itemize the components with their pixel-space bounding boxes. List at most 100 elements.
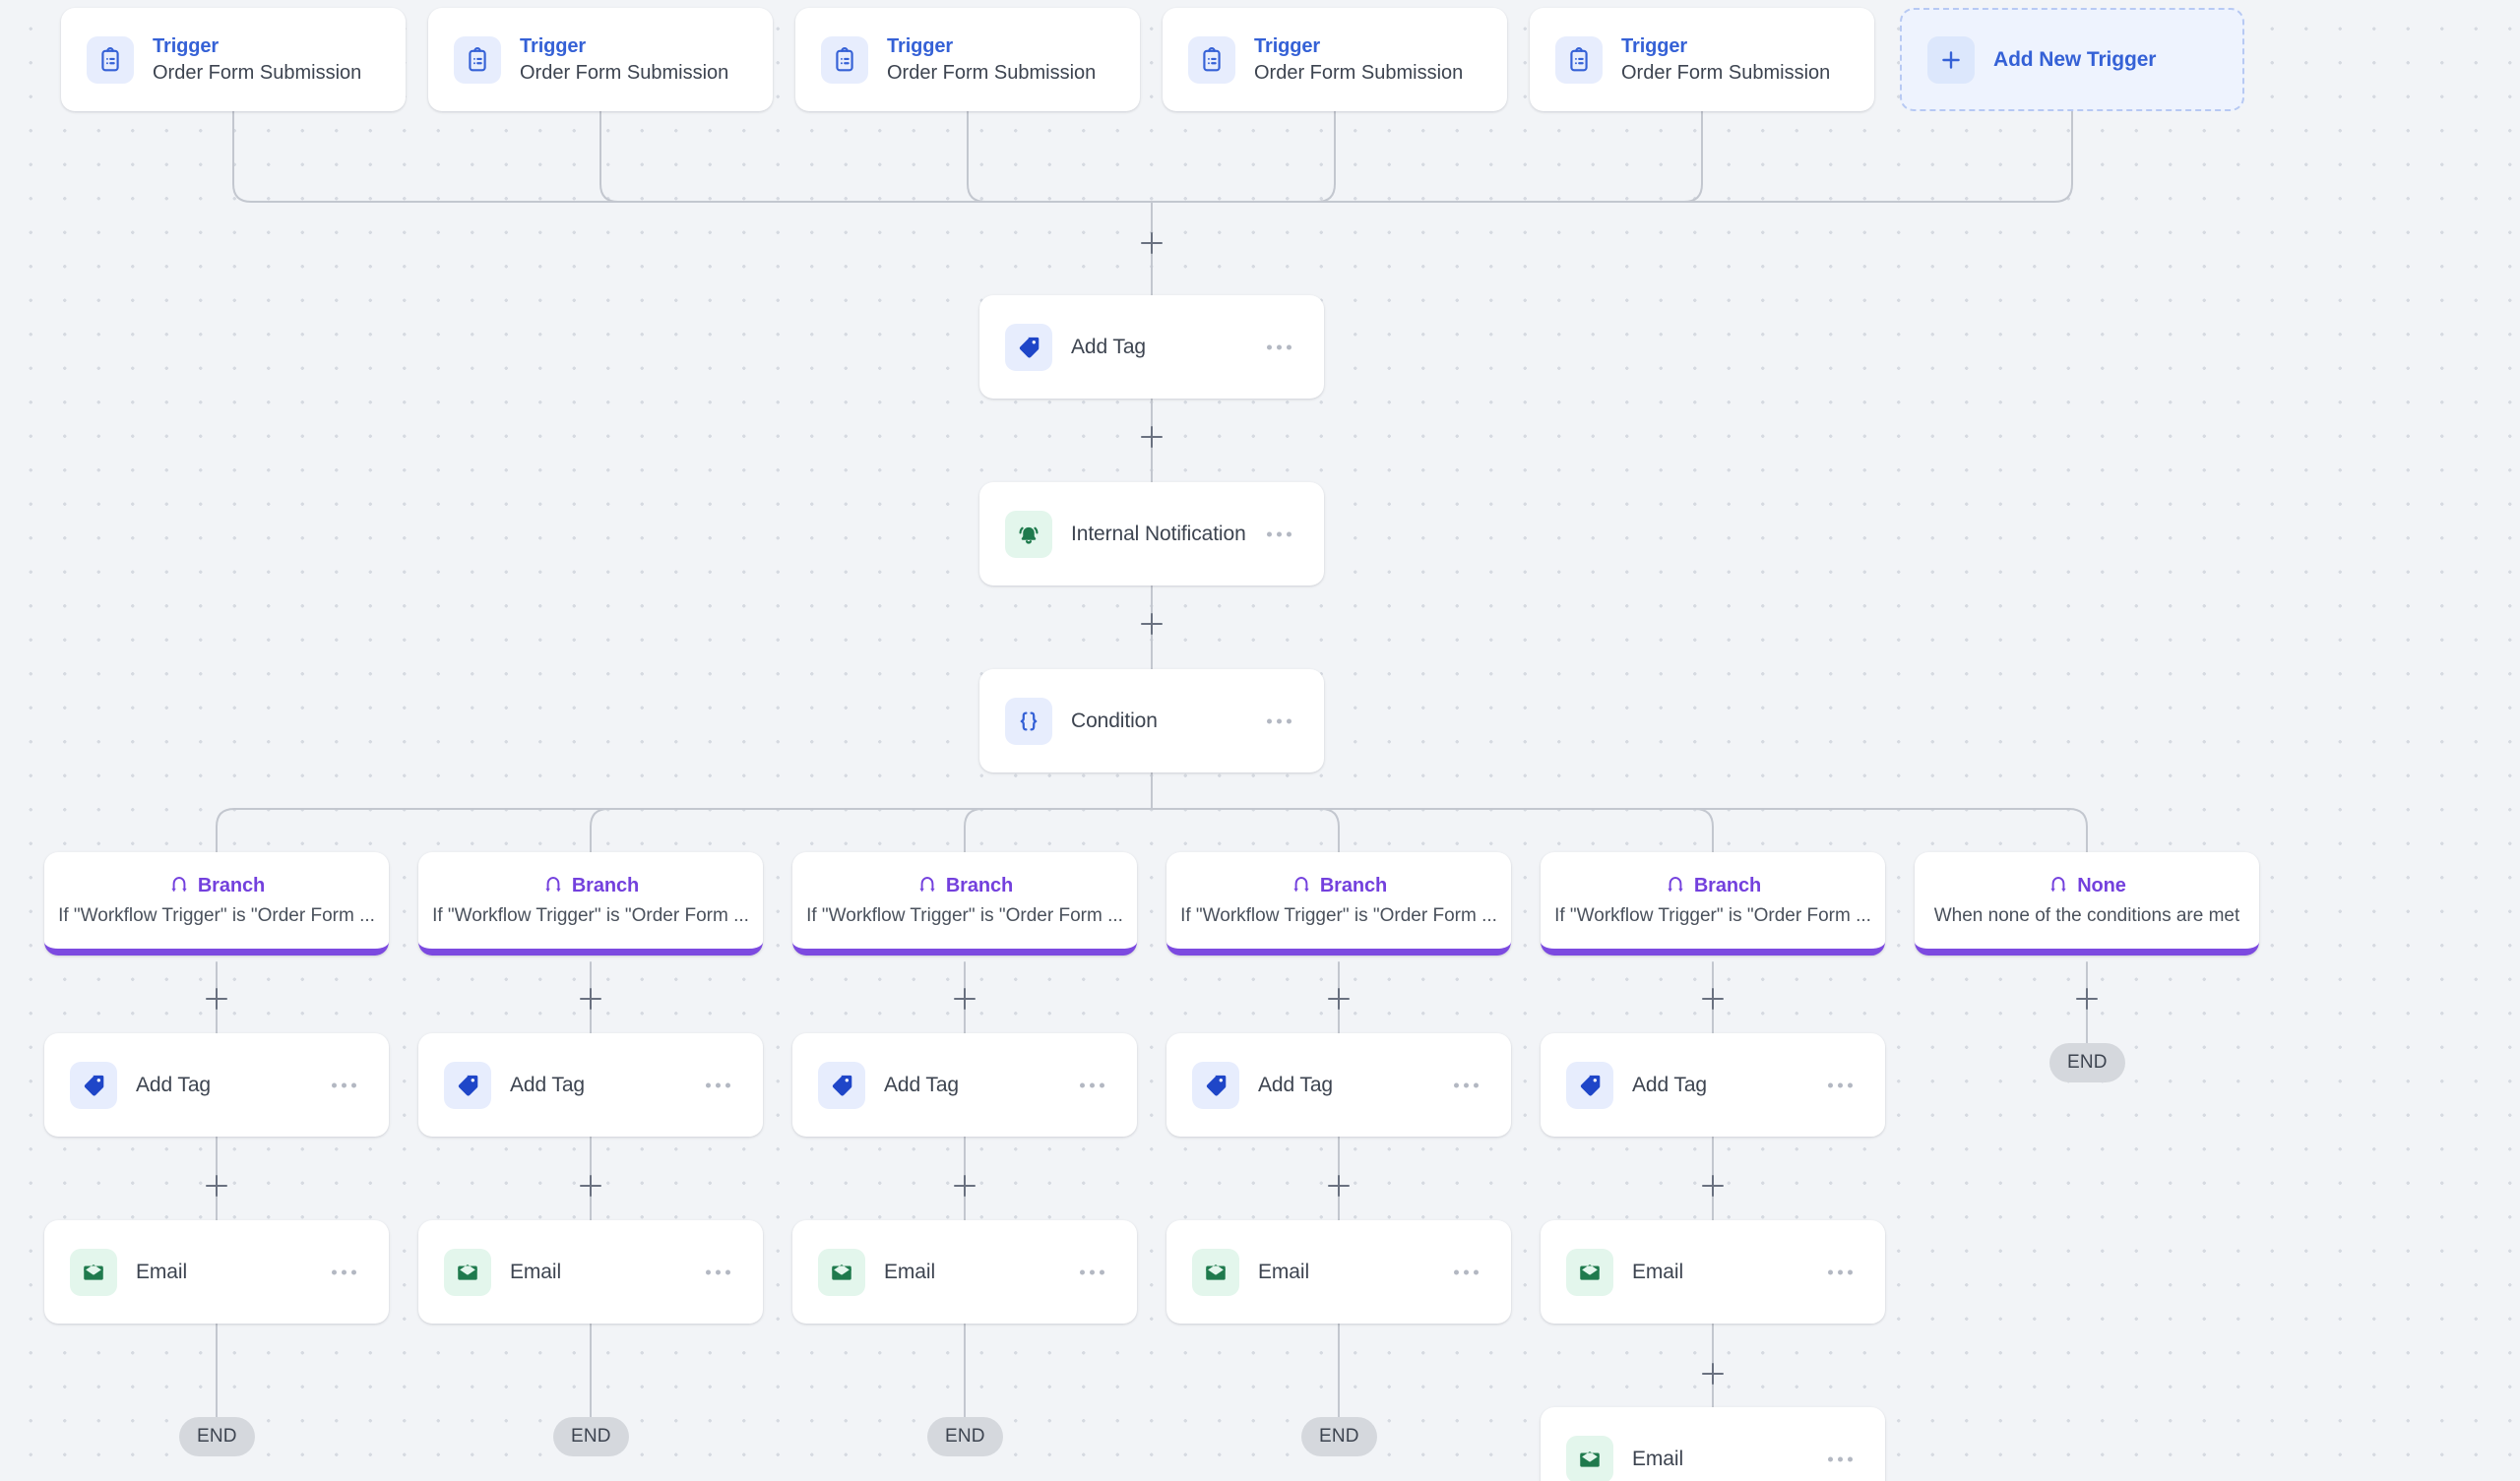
- more-options-icon[interactable]: [1822, 1077, 1858, 1093]
- branch-description: When none of the conditions are met: [1933, 904, 2240, 926]
- more-options-icon[interactable]: [700, 1077, 736, 1093]
- branch-card[interactable]: Branch If "Workflow Trigger" is "Order F…: [418, 852, 763, 956]
- branch-card[interactable]: Branch If "Workflow Trigger" is "Order F…: [792, 852, 1137, 956]
- branch-title: Branch: [197, 874, 266, 896]
- more-options-icon[interactable]: [1074, 1264, 1110, 1280]
- email-icon: [444, 1248, 491, 1296]
- add-new-trigger-label: Add New Trigger: [1993, 47, 2157, 71]
- branch-title: Branch: [945, 874, 1014, 896]
- more-options-icon[interactable]: [1822, 1264, 1858, 1280]
- branch-description: If "Workflow Trigger" is "Order Form ...: [1180, 904, 1497, 926]
- add-step-plus-button[interactable]: [2072, 984, 2102, 1014]
- branch-description: If "Workflow Trigger" is "Order Form ...: [58, 904, 375, 926]
- step-label: Email: [1632, 1447, 1684, 1470]
- more-options-icon[interactable]: [326, 1264, 362, 1280]
- step-label: Email: [1632, 1260, 1684, 1283]
- trigger-kicker: Trigger: [520, 34, 587, 57]
- trigger-subtitle: Order Form Submission: [887, 61, 1097, 84]
- more-options-icon[interactable]: [1448, 1077, 1484, 1093]
- trigger-card[interactable]: Trigger Order Form Submission: [1163, 8, 1507, 111]
- workflow-step-card[interactable]: Add Tag: [1541, 1033, 1885, 1137]
- more-options-icon[interactable]: [1261, 525, 1297, 542]
- more-options-icon[interactable]: [700, 1264, 736, 1280]
- add-step-plus-button[interactable]: [1698, 1359, 1728, 1388]
- trigger-subtitle: Order Form Submission: [1621, 61, 1831, 84]
- workflow-step-card[interactable]: Condition: [979, 669, 1324, 772]
- branch-card[interactable]: None When none of the conditions are met: [1915, 852, 2259, 956]
- tag-icon: [1566, 1061, 1613, 1109]
- workflow-canvas[interactable]: Trigger Order Form Submission Trigger Or…: [0, 0, 2520, 1481]
- branch-title: Branch: [1693, 874, 1762, 896]
- clipboard-list-icon: [1188, 35, 1235, 84]
- more-options-icon[interactable]: [1074, 1077, 1110, 1093]
- add-step-plus-button[interactable]: [576, 1171, 605, 1201]
- add-step-plus-button[interactable]: [576, 984, 605, 1014]
- workflow-step-card[interactable]: Email: [1541, 1220, 1885, 1324]
- step-label: Email: [136, 1260, 188, 1283]
- trigger-card[interactable]: Trigger Order Form Submission: [61, 8, 406, 111]
- add-step-plus-button[interactable]: [1137, 609, 1166, 639]
- trigger-subtitle: Order Form Submission: [153, 61, 362, 84]
- more-options-icon[interactable]: [1261, 339, 1297, 355]
- step-label: Internal Notification: [1071, 522, 1246, 545]
- trigger-card[interactable]: Trigger Order Form Submission: [795, 8, 1140, 111]
- end-badge: END: [1301, 1417, 1377, 1456]
- curly-braces-icon: [1005, 697, 1052, 745]
- branch-description: If "Workflow Trigger" is "Order Form ...: [1554, 904, 1871, 926]
- clipboard-list-icon: [1555, 35, 1603, 84]
- branch-card[interactable]: Branch If "Workflow Trigger" is "Order F…: [1541, 852, 1885, 956]
- workflow-step-card[interactable]: Internal Notification: [979, 482, 1324, 586]
- branch-description: If "Workflow Trigger" is "Order Form ...: [432, 904, 749, 926]
- workflow-step-card[interactable]: Add Tag: [418, 1033, 763, 1137]
- step-label: Add Tag: [136, 1073, 211, 1096]
- workflow-step-card[interactable]: Add Tag: [44, 1033, 389, 1137]
- step-label: Condition: [1071, 709, 1158, 732]
- add-new-trigger-button[interactable]: Add New Trigger: [1900, 8, 2244, 111]
- clipboard-list-icon: [454, 35, 501, 84]
- add-step-plus-button[interactable]: [202, 984, 231, 1014]
- branch-description: If "Workflow Trigger" is "Order Form ...: [806, 904, 1123, 926]
- add-step-plus-button[interactable]: [202, 1171, 231, 1201]
- add-step-plus-button[interactable]: [1324, 1171, 1354, 1201]
- add-step-plus-button[interactable]: [1137, 422, 1166, 452]
- email-icon: [818, 1248, 865, 1296]
- clipboard-list-icon: [821, 35, 868, 84]
- add-step-plus-button[interactable]: [1698, 984, 1728, 1014]
- tag-icon: [1005, 323, 1052, 371]
- trigger-kicker: Trigger: [887, 34, 954, 57]
- workflow-step-card[interactable]: Add Tag: [792, 1033, 1137, 1137]
- workflow-step-card[interactable]: Add Tag: [1166, 1033, 1511, 1137]
- workflow-step-card[interactable]: Email: [1541, 1407, 1885, 1481]
- step-label: Email: [510, 1260, 562, 1283]
- add-step-plus-button[interactable]: [1137, 228, 1166, 258]
- step-label: Add Tag: [884, 1073, 959, 1096]
- step-label: Add Tag: [510, 1073, 585, 1096]
- trigger-card[interactable]: Trigger Order Form Submission: [1530, 8, 1874, 111]
- end-badge: END: [179, 1417, 255, 1456]
- add-step-plus-button[interactable]: [950, 1171, 979, 1201]
- tag-icon: [818, 1061, 865, 1109]
- branch-title: Branch: [571, 874, 640, 896]
- more-options-icon[interactable]: [1261, 712, 1297, 729]
- branch-icon: [916, 875, 938, 896]
- workflow-step-card[interactable]: Email: [1166, 1220, 1511, 1324]
- more-options-icon[interactable]: [326, 1077, 362, 1093]
- add-step-plus-button[interactable]: [1698, 1171, 1728, 1201]
- workflow-step-card[interactable]: Email: [792, 1220, 1137, 1324]
- branch-card[interactable]: Branch If "Workflow Trigger" is "Order F…: [1166, 852, 1511, 956]
- bell-icon: [1005, 510, 1052, 558]
- end-badge: END: [2049, 1043, 2125, 1082]
- step-label: Email: [1258, 1260, 1310, 1283]
- end-badge: END: [553, 1417, 629, 1456]
- trigger-card[interactable]: Trigger Order Form Submission: [428, 8, 773, 111]
- add-step-plus-button[interactable]: [950, 984, 979, 1014]
- more-options-icon[interactable]: [1822, 1450, 1858, 1467]
- branch-card[interactable]: Branch If "Workflow Trigger" is "Order F…: [44, 852, 389, 956]
- more-options-icon[interactable]: [1448, 1264, 1484, 1280]
- tag-icon: [1192, 1061, 1239, 1109]
- workflow-step-card[interactable]: Email: [44, 1220, 389, 1324]
- workflow-step-card[interactable]: Add Tag: [979, 295, 1324, 399]
- add-step-plus-button[interactable]: [1324, 984, 1354, 1014]
- trigger-subtitle: Order Form Submission: [520, 61, 729, 84]
- workflow-step-card[interactable]: Email: [418, 1220, 763, 1324]
